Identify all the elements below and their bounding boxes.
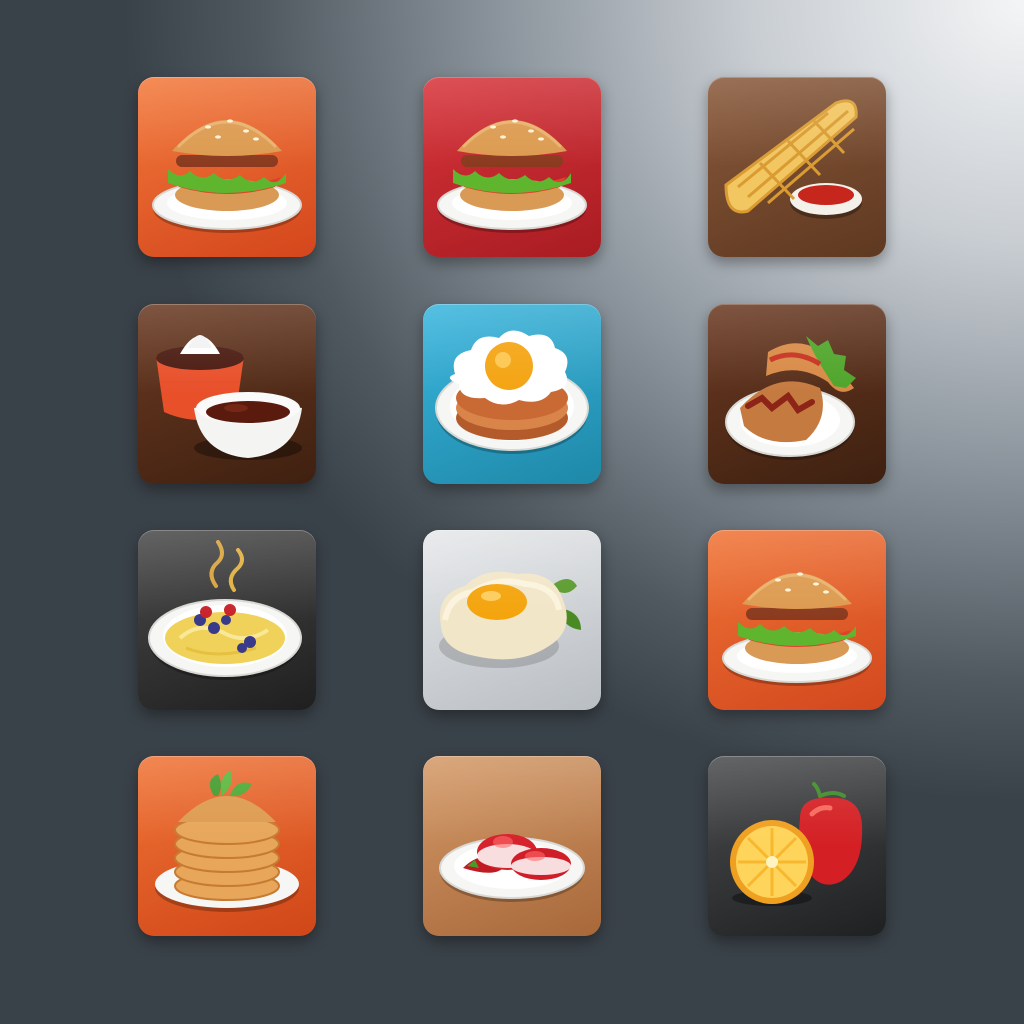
- burger-app-icon-orange[interactable]: [708, 530, 886, 710]
- berry-dessert-icon: [439, 834, 585, 902]
- fruit-app-icon[interactable]: [708, 756, 886, 936]
- sandwich-plate-icon: [725, 336, 856, 460]
- app-icon-grid: [0, 0, 1024, 1024]
- sandwich-app-icon[interactable]: [708, 304, 886, 484]
- burger-icon: [437, 119, 587, 233]
- fried-egg-icon: [439, 571, 581, 668]
- hot-chocolate-app-icon[interactable]: [138, 304, 316, 484]
- burger-app-icon-red[interactable]: [423, 77, 601, 257]
- egg-pancakes-app-icon[interactable]: [423, 304, 601, 484]
- burger-icon: [152, 119, 302, 233]
- pancake-stack-icon: [155, 770, 299, 912]
- fried-egg-app-icon[interactable]: [423, 530, 601, 710]
- pancake-stack-app-icon[interactable]: [138, 756, 316, 936]
- egg-pancakes-icon: [435, 330, 589, 454]
- hot-chocolate-icon: [156, 335, 302, 460]
- porridge-icon: [148, 540, 302, 680]
- fruit-icon: [730, 782, 863, 906]
- burger-app-icon[interactable]: [138, 77, 316, 257]
- berry-dessert-app-icon[interactable]: [423, 756, 601, 936]
- burger-icon: [722, 572, 872, 686]
- porridge-app-icon[interactable]: [138, 530, 316, 710]
- waffle-roll-app-icon[interactable]: [708, 77, 886, 257]
- waffle-roll-icon: [724, 99, 862, 219]
